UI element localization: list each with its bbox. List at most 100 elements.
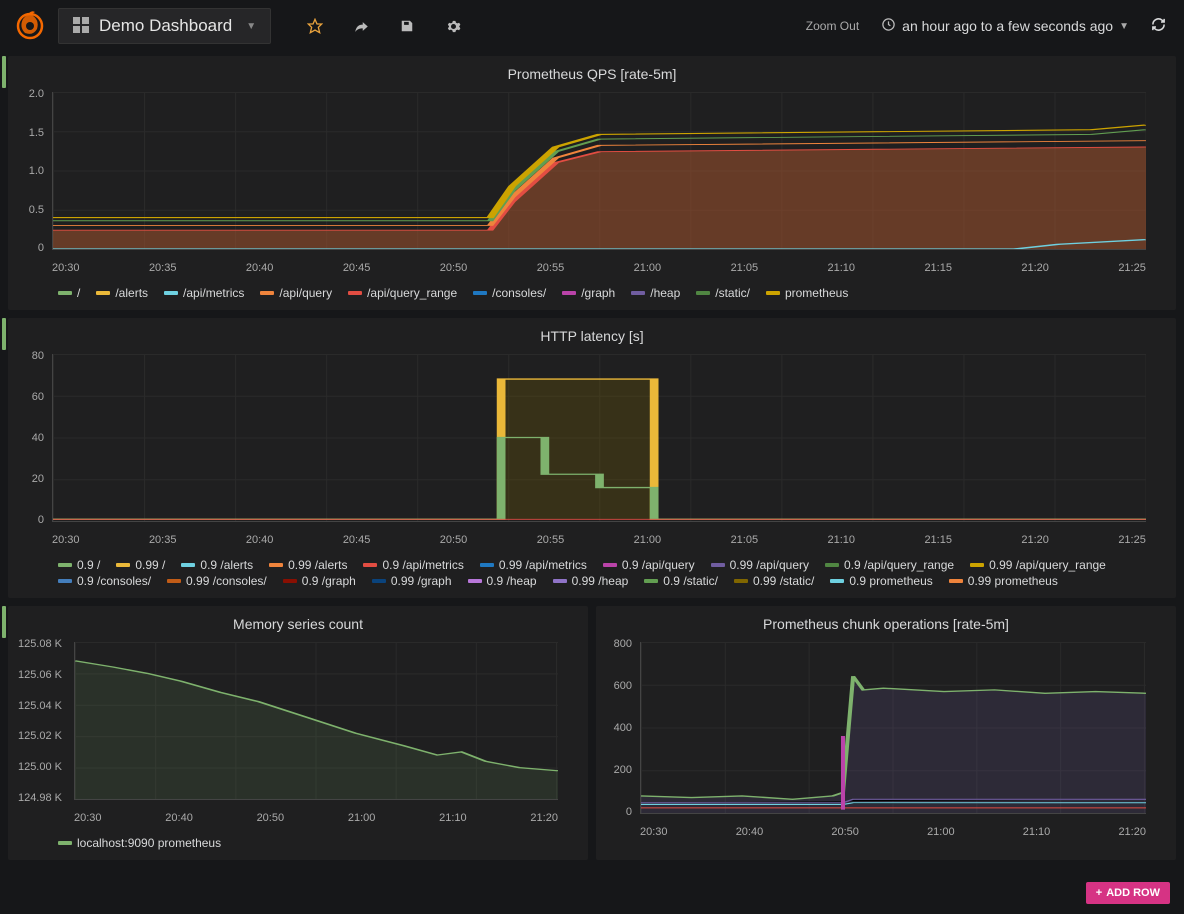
legend-swatch — [468, 579, 482, 583]
legend-item[interactable]: /heap — [631, 286, 680, 300]
legend-item[interactable]: /consoles/ — [473, 286, 546, 300]
chart-area-chunk: 8006004002000 — [596, 638, 1176, 818]
legend-swatch — [167, 579, 181, 583]
axis-tick: 21:10 — [828, 534, 856, 546]
legend-item[interactable]: 0.99 /consoles/ — [167, 574, 267, 588]
panel-latency[interactable]: HTTP latency [s] 806040200 20:3020:3520:… — [8, 318, 1176, 598]
legend-label: /graph — [581, 286, 615, 300]
axis-tick: 20:30 — [74, 812, 102, 824]
legend-item[interactable]: 0.9 /api/metrics — [363, 558, 463, 572]
legend-swatch — [711, 563, 725, 567]
legend-item[interactable]: 0.9 /consoles/ — [58, 574, 151, 588]
legend-label: 0.9 prometheus — [849, 574, 932, 588]
legend-item[interactable]: 0.9 /alerts — [181, 558, 253, 572]
legend-item[interactable]: / — [58, 286, 80, 300]
zoom-out-button[interactable]: Zoom Out — [798, 19, 867, 33]
legend-item[interactable]: localhost:9090 prometheus — [58, 836, 221, 850]
chevron-down-icon: ▼ — [1119, 21, 1129, 32]
legend-item[interactable]: prometheus — [766, 286, 848, 300]
legend-item[interactable]: /alerts — [96, 286, 148, 300]
legend-item[interactable]: 0.99 prometheus — [949, 574, 1058, 588]
add-row-button[interactable]: + ADD ROW — [1086, 882, 1170, 904]
legend-item[interactable]: /graph — [562, 286, 615, 300]
axis-tick: 20:40 — [246, 262, 274, 274]
legend-item[interactable]: 0.99 /heap — [553, 574, 629, 588]
panel-row-2: HTTP latency [s] 806040200 20:3020:3520:… — [0, 314, 1184, 602]
axis-tick: 21:00 — [348, 812, 376, 824]
panel-row-1: Prometheus QPS [rate-5m] 2.01.51.00.50 2… — [0, 52, 1184, 314]
row-handle[interactable] — [2, 56, 6, 88]
axis-tick: 20:30 — [640, 826, 668, 838]
legend-item[interactable]: /api/query_range — [348, 286, 457, 300]
panel-memory[interactable]: Memory series count 125.08 K125.06 K125.… — [8, 606, 588, 860]
legend-item[interactable]: 0.9 prometheus — [830, 574, 932, 588]
legend-item[interactable]: /api/metrics — [164, 286, 244, 300]
chart-area-latency: 806040200 — [8, 350, 1176, 526]
legend-item[interactable]: 0.9 /heap — [468, 574, 537, 588]
axis-tick: 125.06 K — [8, 669, 62, 681]
settings-button[interactable] — [437, 10, 469, 42]
panel-row-3: Memory series count 125.08 K125.06 K125.… — [0, 602, 1184, 864]
legend-item[interactable]: 0.9 /api/query — [603, 558, 695, 572]
save-button[interactable] — [391, 10, 423, 42]
plot-chunk[interactable] — [640, 642, 1146, 814]
legend-item[interactable]: 0.99 /api/query_range — [970, 558, 1106, 572]
time-range-picker[interactable]: an hour ago to a few seconds ago ▼ — [875, 17, 1135, 35]
axis-tick: 80 — [8, 350, 44, 362]
chart-area-qps: 2.01.51.00.50 — [8, 88, 1176, 254]
axis-tick: 20:55 — [537, 262, 565, 274]
axis-tick: 400 — [596, 722, 632, 734]
legend-label: 0.9 /static/ — [663, 574, 718, 588]
legend-item[interactable]: 0.99 /static/ — [734, 574, 814, 588]
share-button[interactable] — [345, 10, 377, 42]
legend-item[interactable]: 0.99 /api/metrics — [480, 558, 587, 572]
legend-label: 0.99 /static/ — [753, 574, 814, 588]
legend-item[interactable]: 0.99 /alerts — [269, 558, 347, 572]
dashboard-picker[interactable]: Demo Dashboard ▼ — [58, 8, 271, 44]
axis-tick: 20:55 — [537, 534, 565, 546]
panel-qps[interactable]: Prometheus QPS [rate-5m] 2.01.51.00.50 2… — [8, 56, 1176, 310]
legend-label: 0.99 / — [135, 558, 165, 572]
legend-latency: 0.9 / 0.99 / 0.9 /alerts 0.99 /alerts 0.9 /a… — [8, 552, 1176, 598]
axis-tick: 21:20 — [1021, 262, 1049, 274]
legend-label: 0.99 /consoles/ — [186, 574, 267, 588]
legend-swatch — [766, 291, 780, 295]
legend-swatch — [164, 291, 178, 295]
legend-swatch — [372, 579, 386, 583]
axis-tick: 125.08 K — [8, 638, 62, 650]
legend-item[interactable]: 0.9 /api/query_range — [825, 558, 954, 572]
grafana-logo[interactable] — [10, 6, 50, 46]
row-handle[interactable] — [2, 318, 6, 350]
legend-item[interactable]: 0.9 / — [58, 558, 100, 572]
legend-item[interactable]: 0.9 /graph — [283, 574, 356, 588]
axis-tick: 0 — [596, 806, 632, 818]
legend-label: 0.9 /consoles/ — [77, 574, 151, 588]
star-button[interactable] — [299, 10, 331, 42]
axis-tick: 21:25 — [1118, 262, 1146, 274]
legend-label: 0.99 /alerts — [288, 558, 347, 572]
legend-label: localhost:9090 prometheus — [77, 836, 221, 850]
refresh-button[interactable] — [1143, 17, 1174, 36]
plot-latency[interactable] — [52, 354, 1146, 522]
axis-tick: 0.5 — [8, 204, 44, 216]
legend-item[interactable]: 0.99 /graph — [372, 574, 452, 588]
legend-item[interactable]: 0.99 /api/query — [711, 558, 809, 572]
plot-qps[interactable] — [52, 92, 1146, 250]
legend-label: / — [77, 286, 80, 300]
row-handle[interactable] — [2, 606, 6, 638]
axis-tick: 20:40 — [165, 812, 193, 824]
axis-tick: 20:40 — [246, 534, 274, 546]
legend-swatch — [473, 291, 487, 295]
panel-title: Memory series count — [8, 606, 588, 638]
legend-item[interactable]: 0.99 / — [116, 558, 165, 572]
legend-item[interactable]: /api/query — [260, 286, 332, 300]
legend-item[interactable]: /static/ — [696, 286, 750, 300]
legend-item[interactable]: 0.9 /static/ — [644, 574, 718, 588]
legend-swatch — [181, 563, 195, 567]
add-row-label: ADD ROW — [1106, 887, 1160, 899]
axis-tick: 20:50 — [440, 262, 468, 274]
panel-chunk[interactable]: Prometheus chunk operations [rate-5m] 80… — [596, 606, 1176, 860]
plot-memory[interactable] — [74, 642, 558, 800]
legend-label: prometheus — [785, 286, 848, 300]
panel-title: Prometheus QPS [rate-5m] — [8, 56, 1176, 88]
